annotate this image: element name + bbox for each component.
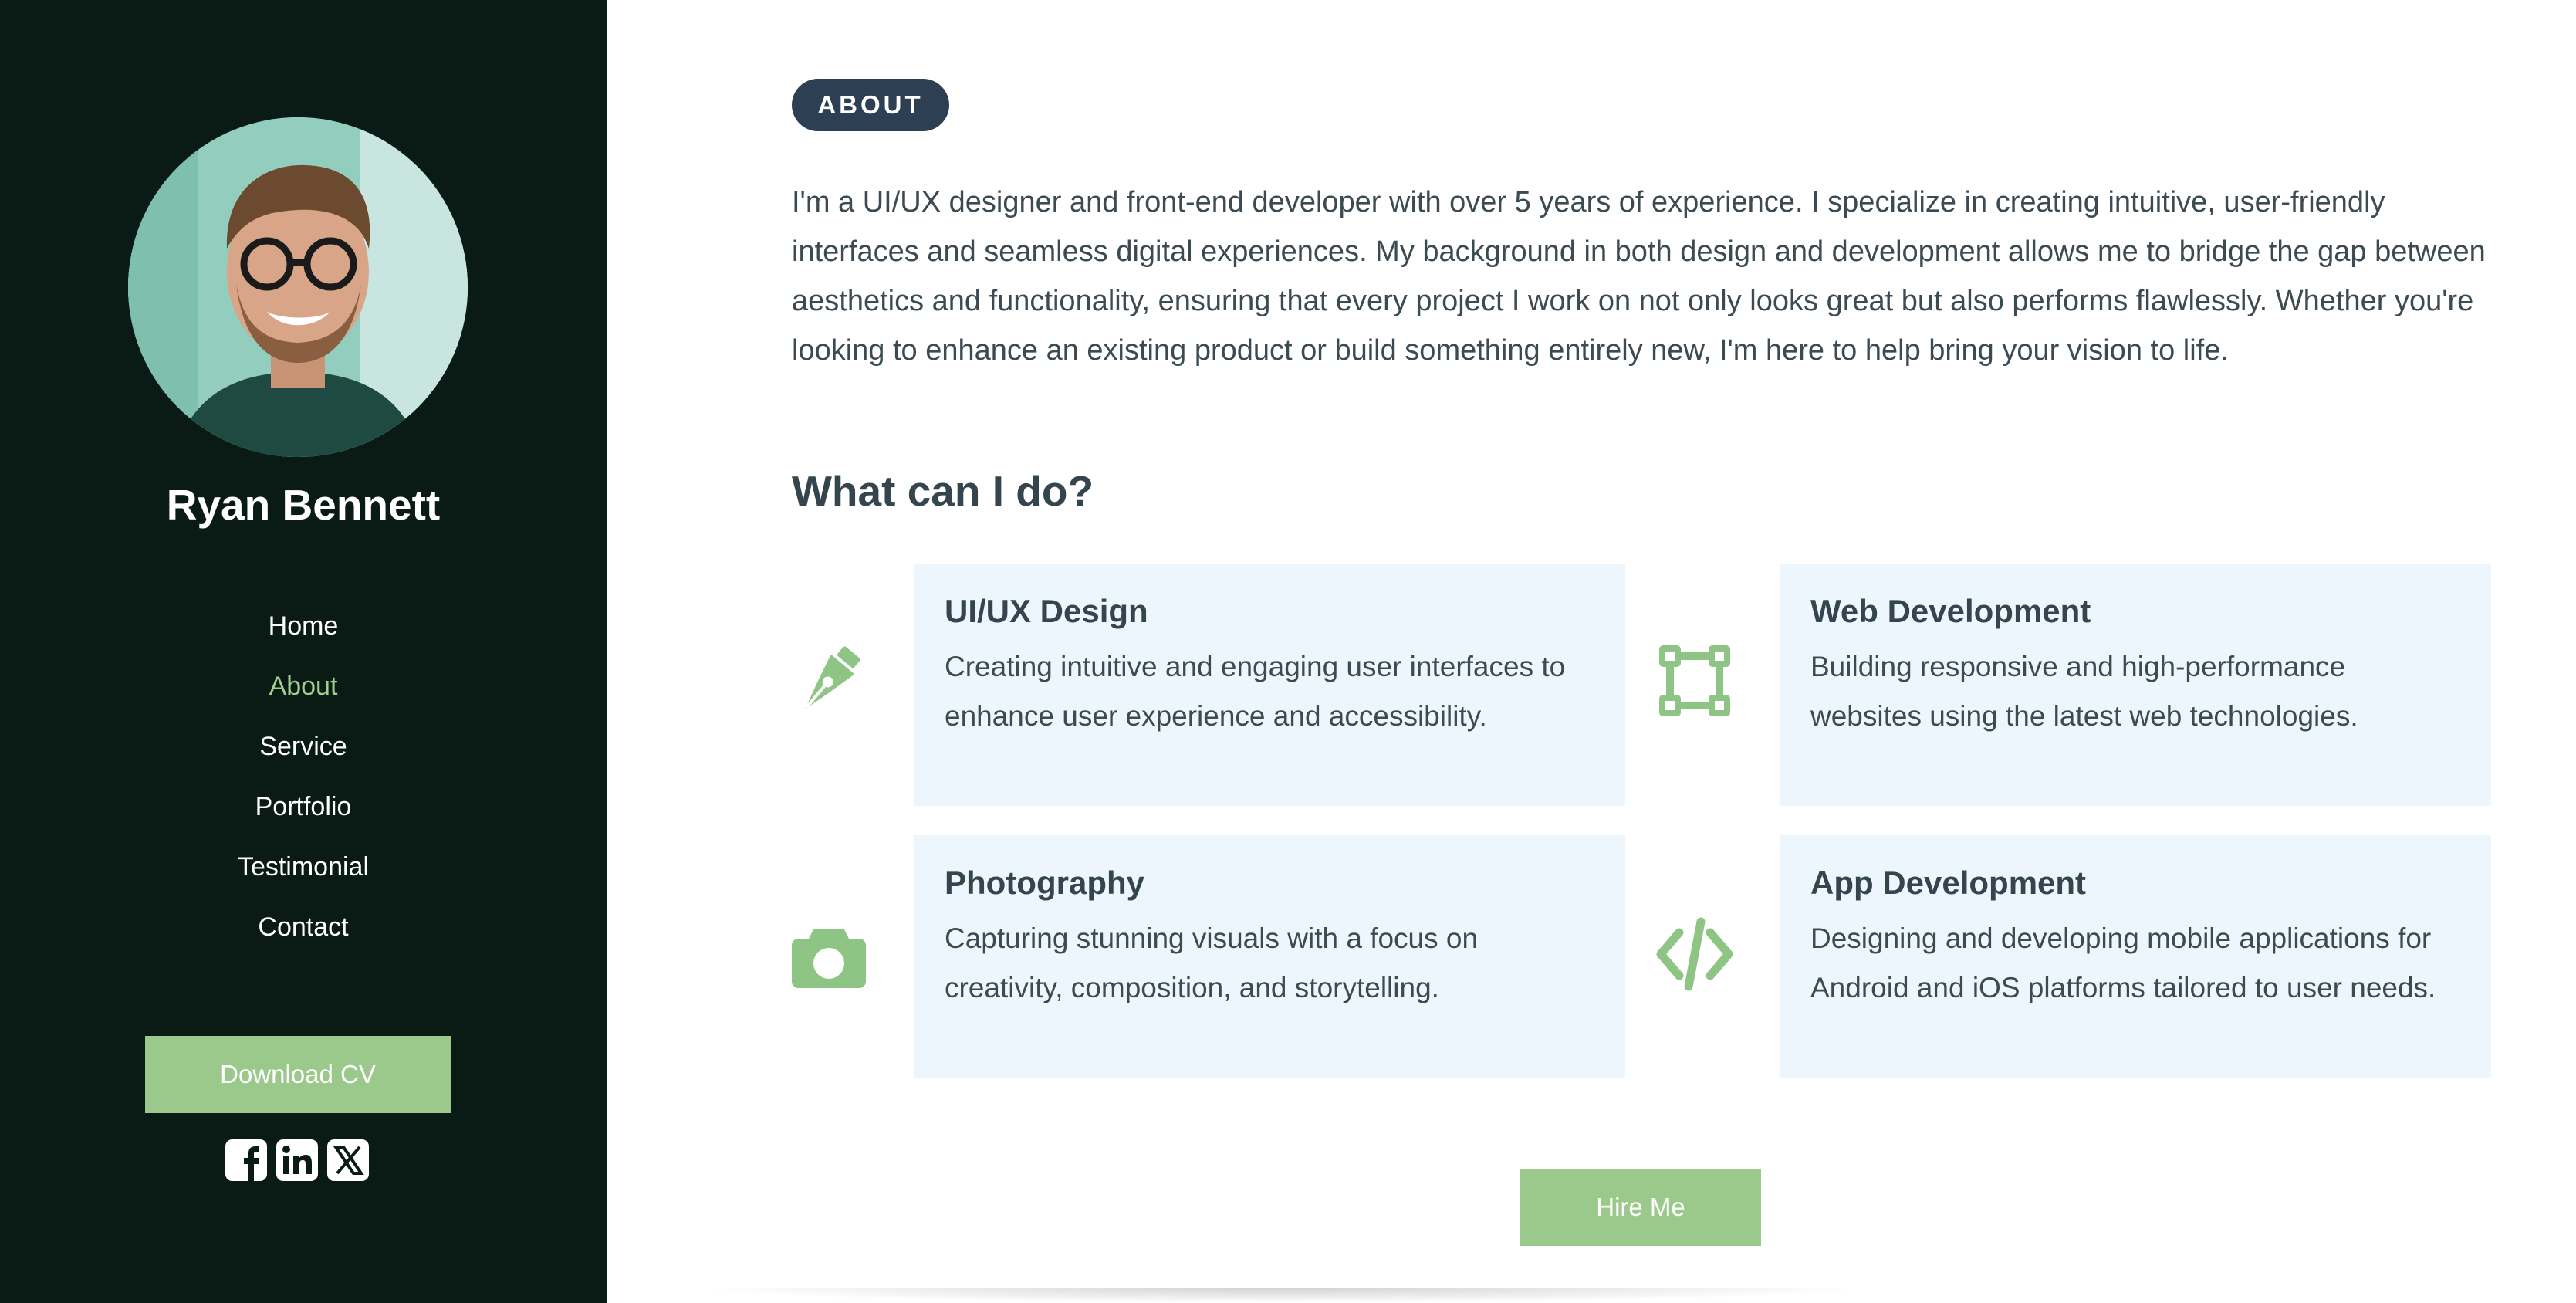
service-title: Web Development — [1810, 593, 2091, 629]
service-desc: Creating intuitive and engaging user int… — [945, 651, 1566, 732]
nav-item-testimonial[interactable]: Testimonial — [0, 848, 607, 908]
section-shadow — [695, 1288, 1868, 1303]
download-cv-button[interactable]: Download CV — [145, 1036, 451, 1113]
linkedin-icon[interactable] — [275, 1138, 319, 1183]
service-card-web: Web Development Building responsive and … — [1780, 564, 2491, 806]
nav-item-about[interactable]: About — [0, 667, 607, 727]
services-title: What can I do? — [792, 467, 1094, 515]
service-desc: Capturing stunning visuals with a focus … — [945, 922, 1479, 1003]
camera-icon — [790, 915, 867, 993]
avatar-photo — [128, 117, 468, 457]
pen-tool-icon — [790, 642, 867, 719]
vector-nodes-icon — [1656, 642, 1733, 719]
sidebar-nav: Home About Service Portfolio Testimonial… — [0, 607, 607, 968]
nav-item-home[interactable]: Home — [0, 607, 607, 667]
social-links — [224, 1138, 370, 1183]
service-title: UI/UX Design — [945, 593, 1148, 629]
service-card-app: App Development Designing and developing… — [1780, 835, 2491, 1078]
nav-item-service[interactable]: Service — [0, 727, 607, 787]
about-text: I'm a UI/UX designer and front-end devel… — [792, 186, 2486, 367]
service-title: App Development — [1810, 865, 2087, 901]
code-icon — [1656, 915, 1733, 993]
service-title: Photography — [945, 865, 1144, 901]
page: Ryan Bennett Home About Service Portfoli… — [0, 0, 2576, 1303]
profile-name: Ryan Bennett — [166, 481, 441, 529]
sidebar: Ryan Bennett Home About Service Portfoli… — [0, 0, 607, 1303]
service-card-photography: Photography Capturing stunning visuals w… — [914, 835, 1625, 1078]
service-desc: Designing and developing mobile applicat… — [1810, 922, 2436, 1003]
service-desc: Building responsive and high-performance… — [1810, 651, 2358, 732]
avatar — [128, 117, 468, 457]
nav-item-portfolio[interactable]: Portfolio — [0, 787, 607, 848]
service-card-uiux: UI/UX Design Creating intuitive and enga… — [914, 564, 1625, 806]
x-icon[interactable] — [326, 1138, 370, 1183]
nav-item-contact[interactable]: Contact — [0, 908, 607, 968]
about-badge: ABOUT — [792, 79, 949, 131]
facebook-icon[interactable] — [224, 1138, 269, 1183]
hire-me-button[interactable]: Hire Me — [1520, 1169, 1761, 1246]
